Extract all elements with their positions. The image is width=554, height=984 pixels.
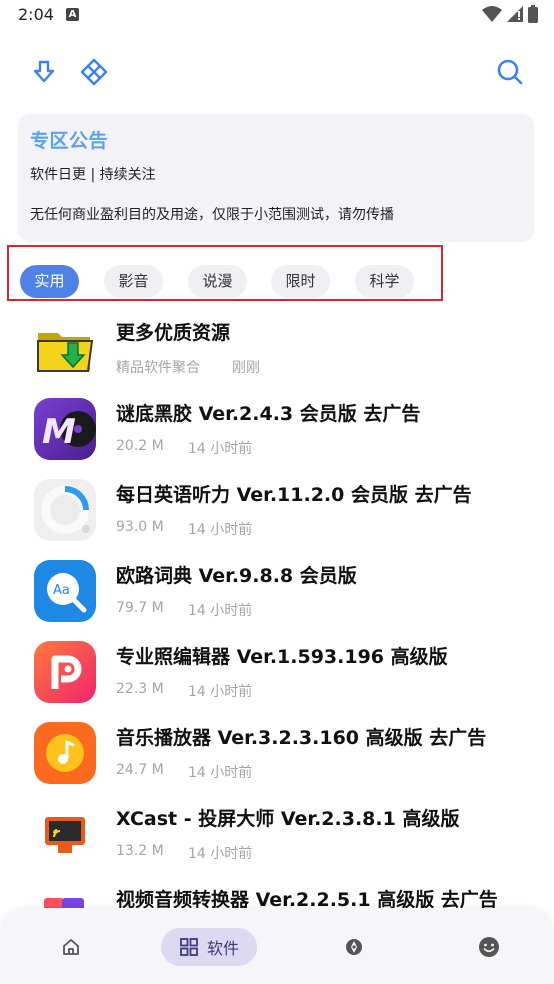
svg-text:Aa: Aa (53, 583, 70, 598)
compass-icon (346, 939, 362, 955)
folder-download-icon (34, 317, 96, 379)
status-time: 2:04 (18, 5, 54, 24)
svg-text:M: M (42, 412, 76, 452)
diamond-icon[interactable] (78, 56, 110, 88)
app-time: 刚刚 (232, 360, 260, 376)
app-size: 93.0 M (116, 519, 164, 535)
bottom-navigation: 软件 (0, 908, 554, 984)
notice-title: 专区公告 (30, 130, 109, 152)
nav-home[interactable] (52, 928, 90, 966)
app-size: 79.7 M (116, 600, 164, 616)
tab-comics[interactable]: 说漫 (188, 265, 247, 298)
home-icon (63, 939, 79, 955)
app-name: 专业照编辑器 Ver.1.593.196 高级版 (116, 646, 448, 668)
wifi-icon (482, 6, 502, 22)
status-bar: 2:04 A (0, 0, 554, 32)
tab-science[interactable]: 科学 (355, 265, 414, 298)
nav-discover[interactable] (335, 928, 373, 966)
notice-line-1: 软件日更 | 持续关注 (30, 167, 156, 183)
smile-icon (479, 937, 499, 957)
vinyl-app-icon: M (34, 398, 96, 460)
notification-icon: A (66, 8, 79, 21)
app-name: 更多优质资源 (116, 322, 231, 344)
download-icon[interactable] (28, 56, 60, 88)
battery-icon (528, 5, 538, 23)
search-icon[interactable] (494, 56, 526, 88)
music-player-app-icon (34, 722, 96, 784)
list-item[interactable]: 每日英语听力 Ver.11.2.0 会员版 去广告 93.0 M 14 小时前 (0, 474, 554, 555)
app-time: 14 小时前 (188, 603, 253, 619)
screen-cast-app-icon (34, 803, 96, 865)
app-size: 13.2 M (116, 843, 164, 859)
app-size: 22.3 M (116, 681, 164, 697)
grid-icon (180, 938, 198, 956)
list-item[interactable]: XCast - 投屏大师 Ver.2.3.8.1 高级版 13.2 M 14 小… (0, 798, 554, 879)
app-size: 20.2 M (116, 438, 164, 454)
app-time: 14 小时前 (188, 846, 253, 862)
list-item[interactable]: Aa 欧路词典 Ver.9.8.8 会员版 79.7 M 14 小时前 (0, 555, 554, 636)
app-time: 14 小时前 (188, 684, 253, 700)
app-name: 欧路词典 Ver.9.8.8 会员版 (116, 565, 357, 587)
dictionary-app-icon: Aa (34, 560, 96, 622)
status-indicators (482, 5, 538, 23)
nav-software-label: 软件 (206, 939, 239, 958)
notice-card: 专区公告 软件日更 | 持续关注 无任何商业盈利目的及用途，仅限于小范围测试，请… (18, 114, 534, 242)
app-size: 精品软件聚合 (116, 360, 200, 376)
nav-software[interactable]: 软件 (161, 928, 257, 966)
list-item[interactable]: 更多优质资源 精品软件聚合 刚刚 (0, 312, 554, 393)
app-name: XCast - 投屏大师 Ver.2.3.8.1 高级版 (116, 808, 460, 830)
app-name: 每日英语听力 Ver.11.2.0 会员版 去广告 (116, 484, 472, 506)
app-time: 14 小时前 (188, 522, 253, 538)
app-time: 14 小时前 (188, 441, 253, 457)
english-listening-app-icon (34, 479, 96, 541)
photo-editor-app-icon (34, 641, 96, 703)
app-name: 音乐播放器 Ver.3.2.3.160 高级版 去广告 (116, 727, 487, 749)
top-toolbar (0, 50, 554, 94)
notice-line-2: 无任何商业盈利目的及用途，仅限于小范围测试，请勿传播 (30, 207, 394, 223)
tab-limited[interactable]: 限时 (271, 265, 330, 298)
app-name: 谜底黑胶 Ver.2.4.3 会员版 去广告 (116, 403, 421, 425)
signal-icon (507, 6, 523, 22)
nav-me[interactable] (470, 928, 508, 966)
app-time: 14 小时前 (188, 765, 253, 781)
list-item[interactable]: 专业照编辑器 Ver.1.593.196 高级版 22.3 M 14 小时前 (0, 636, 554, 717)
list-item[interactable]: M 谜底黑胶 Ver.2.4.3 会员版 去广告 20.2 M 14 小时前 (0, 393, 554, 474)
tab-media[interactable]: 影音 (104, 265, 163, 298)
list-item[interactable]: 音乐播放器 Ver.3.2.3.160 高级版 去广告 24.7 M 14 小时… (0, 717, 554, 798)
tab-practical[interactable]: 实用 (20, 265, 79, 298)
app-size: 24.7 M (116, 762, 164, 778)
